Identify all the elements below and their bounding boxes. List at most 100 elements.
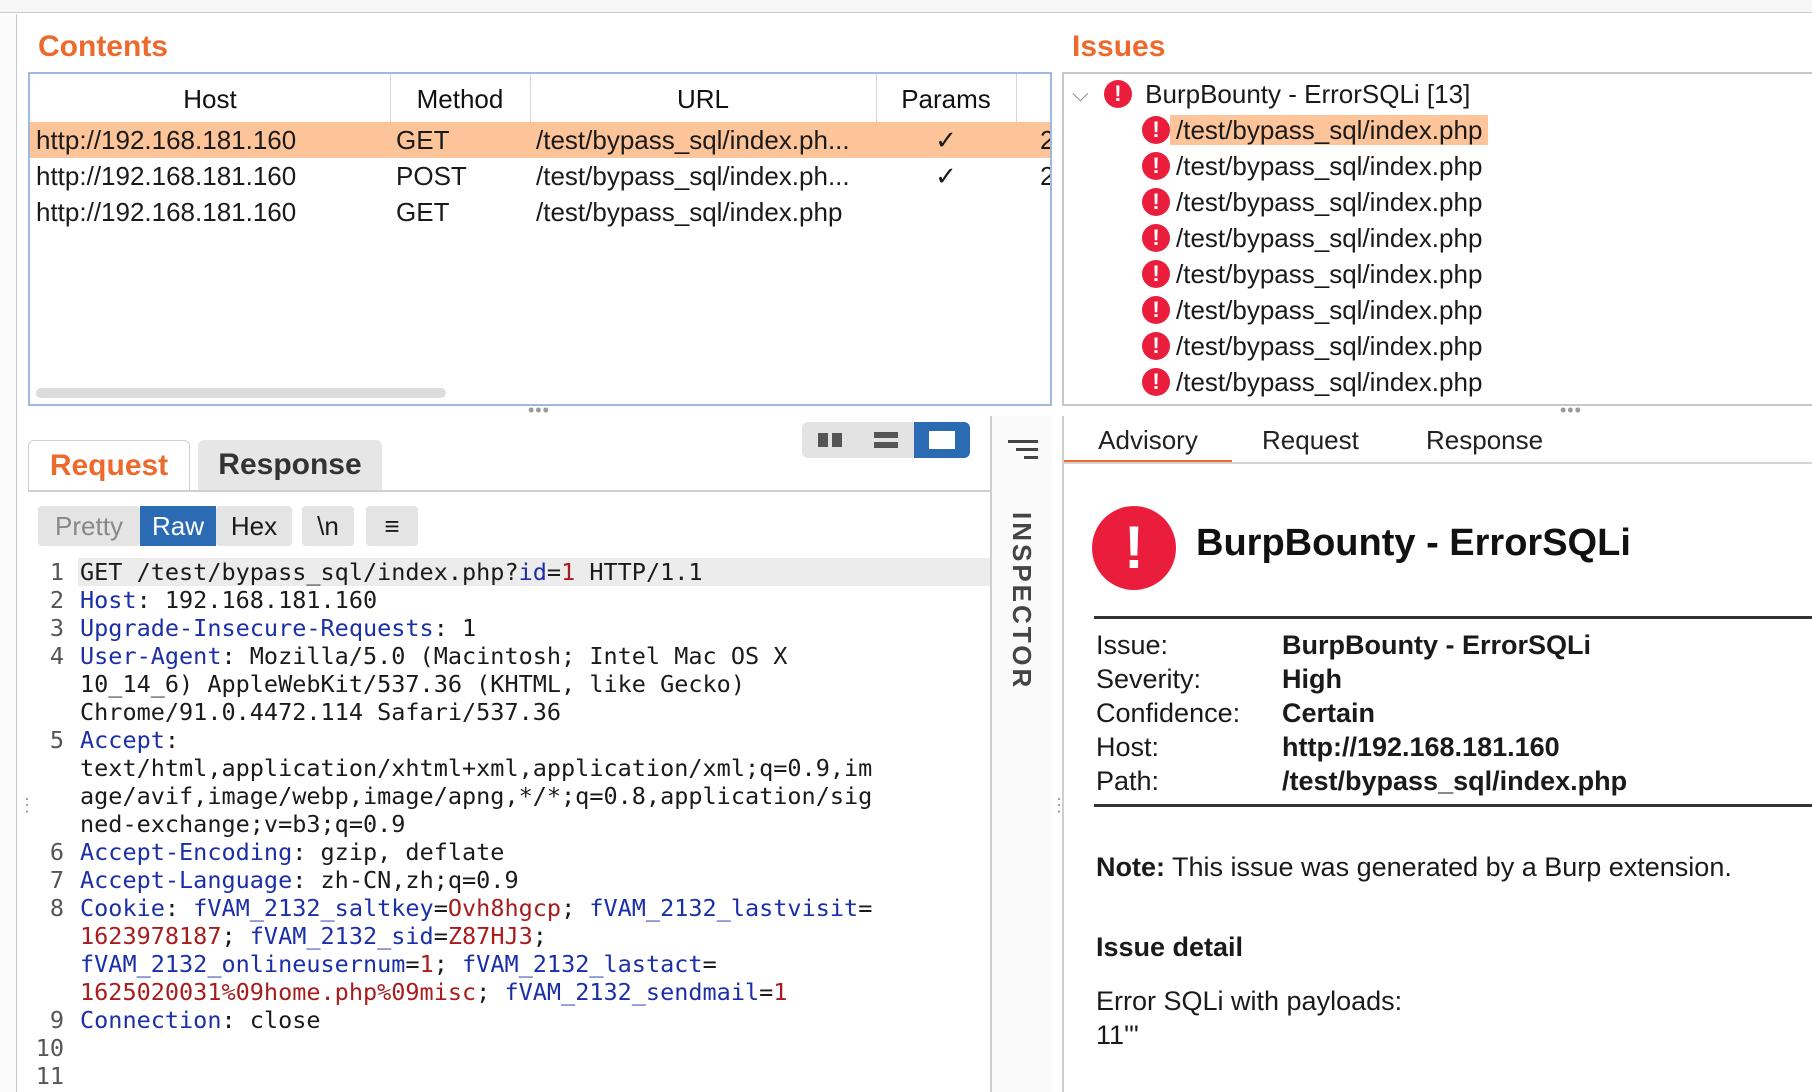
issue-group-label: BurpBounty - ErrorSQLi [13] bbox=[1145, 79, 1471, 110]
header-name: fVAM_2132_lastvisit bbox=[589, 894, 859, 922]
note-text: This issue was generated by a Burp exten… bbox=[1172, 852, 1732, 882]
code-text: ; bbox=[476, 978, 505, 1006]
line-number: 8 bbox=[49, 894, 64, 922]
code-line: Accept: bbox=[80, 726, 179, 754]
code-text: = bbox=[702, 950, 717, 978]
confidence-value: Certain bbox=[1282, 698, 1376, 728]
issue-item-label: /test/bypass_sql/index.php bbox=[1170, 115, 1489, 146]
advisory-tab-divider bbox=[1062, 462, 1812, 464]
contents-table-header: Host Method URL Params bbox=[30, 74, 1050, 125]
raw-button[interactable]: Raw bbox=[140, 506, 216, 546]
tab-issue-request[interactable]: Request bbox=[1262, 420, 1359, 460]
code-text: = bbox=[405, 950, 420, 978]
issue-item[interactable]: !/test/bypass_sql/index.php bbox=[1142, 362, 1488, 398]
code-text: : bbox=[164, 726, 180, 754]
column-header-url[interactable]: URL bbox=[530, 74, 877, 124]
single-view-button[interactable] bbox=[914, 422, 970, 458]
line-number: 4 bbox=[49, 642, 64, 670]
issue-high-icon: ! bbox=[1142, 260, 1170, 289]
splitter-handle[interactable]: ••• bbox=[528, 400, 550, 421]
issue-item[interactable]: !/test/bypass_sql/index.php bbox=[1142, 110, 1489, 146]
issue-item[interactable]: !/test/bypass_sql/index.php bbox=[1142, 146, 1488, 182]
tab-response[interactable]: Response bbox=[198, 440, 382, 490]
issue-high-icon: ! bbox=[1142, 116, 1170, 145]
host-value: http://192.168.181.160 bbox=[1282, 732, 1560, 762]
code-line: ned-exchange;v=b3;q=0.9 bbox=[80, 810, 405, 838]
code-line: text/html,application/xhtml+xml,applicat… bbox=[80, 754, 872, 782]
severity-high-icon: ! bbox=[1092, 506, 1176, 590]
issue-item[interactable]: !/test/bypass_sql/index.php bbox=[1142, 218, 1488, 254]
code-line: Chrome/91.0.4472.114 Safari/537.36 bbox=[80, 698, 561, 726]
header-name: fVAM_2132_onlineusernum bbox=[80, 950, 406, 978]
header-name: fVAM_2132_sendmail bbox=[504, 978, 760, 1006]
inspector-sidebar[interactable]: INSPECTOR bbox=[990, 416, 1052, 1092]
line-number: 1 bbox=[49, 558, 64, 586]
code-text: ; bbox=[221, 922, 250, 950]
column-header-params[interactable]: Params bbox=[876, 74, 1017, 124]
cell-params-check: ✓ bbox=[935, 125, 957, 155]
inspector-menu-icon[interactable] bbox=[1008, 440, 1038, 459]
header-name: fVAM_2132_lastact bbox=[462, 950, 703, 978]
param-value: Ovh8hgcp bbox=[447, 894, 562, 922]
contents-table[interactable]: Host Method URL Params http://192.168.18… bbox=[28, 72, 1052, 406]
issue-item-label: /test/bypass_sql/index.php bbox=[1176, 259, 1483, 290]
line-number: 9 bbox=[49, 1006, 64, 1034]
issue-item[interactable]: !/test/bypass_sql/index.php bbox=[1142, 254, 1488, 290]
splitter-handle[interactable]: ⋮ bbox=[18, 796, 37, 814]
code-text: = bbox=[433, 922, 448, 950]
issue-item[interactable]: !/test/bypass_sql/index.php bbox=[1142, 326, 1488, 362]
issues-tree[interactable]: ⌵ ! BurpBounty - ErrorSQLi [13] !/test/b… bbox=[1062, 72, 1812, 406]
code-line: fVAM_2132_onlineusernum=1; fVAM_2132_las… bbox=[80, 950, 717, 978]
code-line: Accept-Language: zh-CN,zh;q=0.9 bbox=[80, 866, 519, 894]
menu-icon[interactable]: ≡ bbox=[366, 506, 418, 546]
cell-host: http://192.168.181.160 bbox=[36, 125, 297, 155]
confidence-label: Confidence: bbox=[1096, 698, 1241, 728]
cell-url: /test/bypass_sql/index.ph... bbox=[536, 161, 850, 191]
issue-item[interactable]: !/test/bypass_sql/index.php bbox=[1142, 290, 1488, 326]
column-header-method[interactable]: Method bbox=[390, 74, 531, 124]
code-line: 1623978187; fVAM_2132_sid=Z87HJ3; bbox=[80, 922, 547, 950]
cell-url: /test/bypass_sql/index.ph... bbox=[536, 125, 850, 155]
issue-detail-heading: Issue detail bbox=[1096, 932, 1244, 962]
table-row[interactable]: http://192.168.181.160 GET /test/bypass_… bbox=[30, 122, 1050, 158]
split-vertical-view-button[interactable] bbox=[858, 422, 914, 458]
tab-divider bbox=[28, 490, 990, 492]
param-value: Z87HJ3 bbox=[447, 922, 533, 950]
code-line: age/avif,image/webp,image/apng,*/*;q=0.8… bbox=[80, 782, 872, 810]
cell-method: POST bbox=[396, 161, 467, 191]
inspector-label[interactable]: INSPECTOR bbox=[1006, 512, 1037, 690]
issue-detail-text: Error SQLi with payloads: bbox=[1096, 986, 1403, 1016]
advisory-divider-top bbox=[1094, 616, 1812, 619]
header-name: fVAM_2132_sid bbox=[249, 922, 434, 950]
table-row[interactable]: http://192.168.181.160 POST /test/bypass… bbox=[30, 158, 1050, 194]
header-name: Connection bbox=[80, 1006, 222, 1034]
note-label: Note: bbox=[1096, 852, 1165, 882]
cell-host: http://192.168.181.160 bbox=[36, 161, 297, 191]
code-text: Chrome/91.0.4472.114 Safari/537.36 bbox=[80, 698, 562, 726]
cell-host: http://192.168.181.160 bbox=[36, 197, 297, 227]
pretty-button[interactable]: Pretty bbox=[38, 506, 140, 546]
table-row[interactable]: http://192.168.181.160 GET /test/bypass_… bbox=[30, 194, 1050, 230]
issue-item[interactable]: !/test/bypass_sql/index.php bbox=[1142, 182, 1488, 218]
header-name: Host bbox=[80, 586, 137, 614]
param-value: 1 bbox=[561, 558, 576, 586]
code-text: : bbox=[164, 894, 194, 922]
path-label: Path: bbox=[1096, 766, 1160, 796]
code-line: Accept-Encoding: gzip, deflate bbox=[80, 838, 504, 866]
tab-advisory[interactable]: Advisory bbox=[1064, 420, 1232, 464]
issue-item-label: /test/bypass_sql/index.php bbox=[1176, 187, 1483, 218]
tab-request[interactable]: Request bbox=[28, 440, 190, 491]
issue-high-icon: ! bbox=[1142, 152, 1170, 181]
hex-button[interactable]: Hex bbox=[216, 506, 292, 546]
column-header-host[interactable]: Host bbox=[30, 74, 391, 124]
chevron-down-icon[interactable]: ⌵ bbox=[1072, 81, 1089, 106]
header-name: Accept-Language bbox=[80, 866, 293, 894]
param-value: 1623978187 bbox=[80, 922, 222, 950]
newline-toggle-button[interactable]: \n bbox=[302, 506, 354, 546]
code-line: User-Agent: Mozilla/5.0 (Macintosh; Inte… bbox=[80, 642, 787, 670]
line-number: 6 bbox=[49, 838, 64, 866]
horizontal-scrollbar[interactable] bbox=[36, 388, 446, 398]
tab-issue-response[interactable]: Response bbox=[1426, 420, 1543, 460]
split-horizontal-view-button[interactable] bbox=[802, 422, 858, 458]
issue-group[interactable]: ⌵ ! BurpBounty - ErrorSQLi [13] bbox=[1072, 74, 1476, 110]
